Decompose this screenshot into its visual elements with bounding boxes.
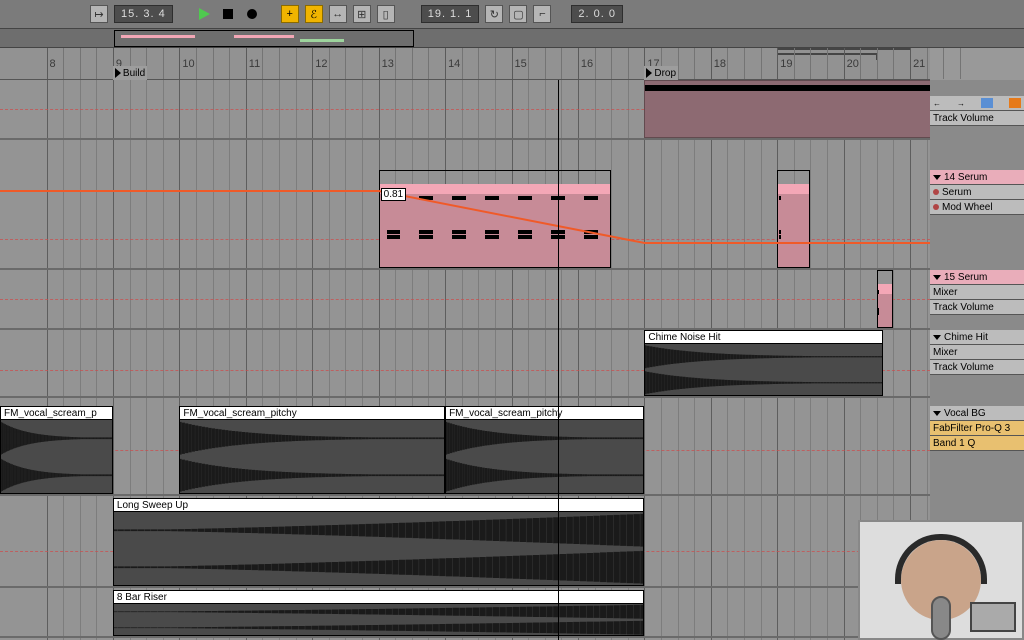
device-active-icon [933, 204, 939, 210]
clip-title: Chime Noise Hit [645, 331, 882, 344]
track-lane-serum14[interactable] [0, 170, 930, 270]
clip[interactable] [777, 170, 810, 268]
automation-envelope[interactable] [0, 190, 379, 192]
playhead[interactable] [558, 80, 559, 640]
track-param-chime-volume[interactable]: Track Volume [930, 360, 1024, 375]
follow-icon[interactable]: ↦ [90, 5, 108, 23]
bar-label: 13 [382, 58, 394, 79]
clip-title: FM_vocal_scream_pitchy [446, 407, 643, 420]
track-param-serum15-mixer[interactable]: Mixer [930, 285, 1024, 300]
chevron-down-icon [933, 175, 941, 180]
track-header-chime[interactable]: Chime Hit [930, 330, 1024, 345]
track-lane-vocalbg[interactable]: FM_vocal_scream_p FM_vocal_scream_pitchyF… [0, 406, 930, 496]
clip[interactable]: 8 Bar Riser [113, 590, 644, 636]
envelope-breakpoint-value[interactable]: 0.81 [381, 188, 406, 201]
draw-mode-button[interactable]: + [281, 5, 299, 23]
clip[interactable]: FM_vocal_scream_p [0, 406, 113, 494]
clip-title: FM_vocal_scream_p [1, 407, 112, 420]
track-lane-serum15[interactable] [0, 270, 930, 330]
clip[interactable]: FM_vocal_scream_pitchy [179, 406, 445, 494]
narrow-grid-button[interactable]: ⊞ [353, 5, 371, 23]
track-param-chime-mixer[interactable]: Mixer [930, 345, 1024, 360]
arrangement-overview[interactable] [0, 28, 1024, 48]
chevron-down-icon [933, 335, 941, 340]
loop-start-field[interactable]: 19. 1. 1 [421, 5, 480, 23]
bar-label: 11 [249, 58, 260, 79]
clip[interactable]: Long Sweep Up [113, 498, 644, 586]
bar-ruler[interactable]: 89101112131415161718192021BuildDrop [0, 48, 930, 80]
clip[interactable] [379, 170, 612, 268]
bar-label: 8 [50, 58, 56, 79]
clip[interactable] [877, 270, 894, 328]
clip[interactable]: Chime Noise Hit [644, 330, 883, 396]
track-param-top-volume[interactable]: Track Volume [930, 111, 1024, 126]
record-button[interactable] [243, 5, 261, 23]
bar-label: 15 [515, 58, 527, 79]
loop-toggle[interactable]: ↻ [485, 5, 503, 23]
bar-label: 20 [847, 58, 859, 79]
bar-label: 18 [714, 58, 726, 79]
punch-out-icon[interactable]: ⌐ [533, 5, 551, 23]
arrangement-area[interactable]: Chime Noise Hit FM_vocal_scream_pFM_voca… [0, 80, 930, 640]
track-param-serum14-device[interactable]: Serum [930, 185, 1024, 200]
track-header-serum14[interactable]: 14 Serum [930, 170, 1024, 185]
track-header-serum15[interactable]: 15 Serum [930, 270, 1024, 285]
clip-title: 8 Bar Riser [114, 591, 643, 604]
bar-label: 14 [448, 58, 460, 79]
chevron-down-icon [933, 411, 941, 416]
bar-label: 16 [581, 58, 593, 79]
track-lane-sweep[interactable]: Long Sweep Up [0, 498, 930, 588]
bar-label: 10 [182, 58, 194, 79]
track-lane-chime[interactable]: Chime Noise Hit [0, 330, 930, 398]
track-lane-riser[interactable]: 8 Bar Riser [0, 590, 930, 638]
stop-button[interactable] [219, 5, 237, 23]
chevron-down-icon [933, 275, 941, 280]
transport-position[interactable]: 15. 3. 4 [114, 5, 173, 23]
clip[interactable]: FM_vocal_scream_pitchy [445, 406, 644, 494]
track-param-vocalbg-band1q[interactable]: Band 1 Q [930, 436, 1024, 451]
loop-length-field[interactable]: 2. 0. 0 [571, 5, 623, 23]
bar-label: 19 [780, 58, 792, 79]
locator-build[interactable]: Build [113, 66, 147, 80]
snap-button[interactable]: ↔ [329, 5, 347, 23]
clip-title: FM_vocal_scream_pitchy [180, 407, 444, 420]
track-header-vocalbg[interactable]: Vocal BG [930, 406, 1024, 421]
play-button[interactable] [195, 5, 213, 23]
device-active-icon [933, 189, 939, 195]
track-lane-top[interactable] [0, 80, 930, 140]
automation-envelope-seg3[interactable] [644, 242, 930, 244]
clip-title: Long Sweep Up [114, 499, 643, 512]
track-param-serum14-modwheel[interactable]: Mod Wheel [930, 200, 1024, 215]
track-param-serum15-volume[interactable]: Track Volume [930, 300, 1024, 315]
automation-mode-button[interactable]: ℰ [305, 5, 323, 23]
clip[interactable] [644, 80, 930, 138]
bar-label: 21 [913, 58, 925, 79]
overview-visible-region[interactable] [114, 30, 414, 47]
track-param-vocalbg-proq[interactable]: FabFilter Pro-Q 3 [930, 421, 1024, 436]
locator-drop[interactable]: Drop [644, 66, 678, 80]
midi-in-button[interactable]: ▯ [377, 5, 395, 23]
webcam-overlay [858, 520, 1024, 640]
bar-label: 12 [315, 58, 327, 79]
punch-in-icon[interactable]: ▢ [509, 5, 527, 23]
track-param-top-volume[interactable]: ←→ [930, 96, 1024, 111]
transport-bar: ↦ 15. 3. 4 + ℰ ↔ ⊞ ▯ 19. 1. 1 ↻ ▢ ⌐ 2. 0… [0, 0, 1024, 28]
